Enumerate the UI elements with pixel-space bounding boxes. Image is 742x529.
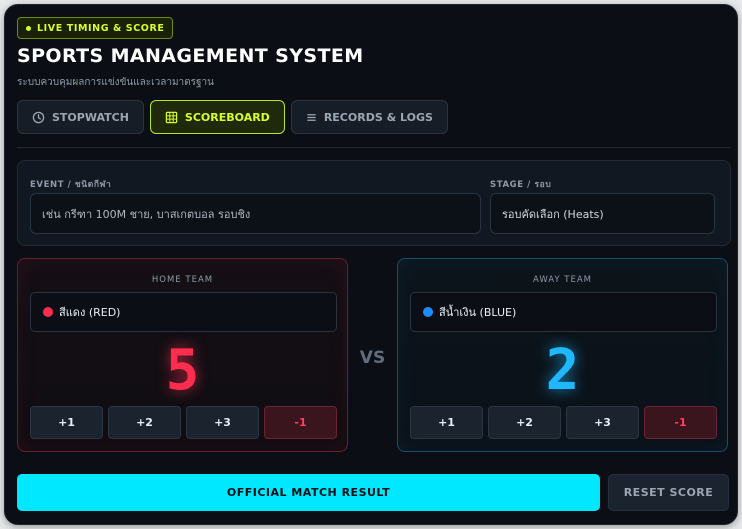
home-team-name: สีแดง (RED) bbox=[59, 306, 121, 319]
home-plus-2-button[interactable]: +2 bbox=[108, 406, 181, 439]
away-plus-1-button[interactable]: +1 bbox=[410, 406, 483, 439]
official-match-result-button[interactable]: OFFICIAL MATCH RESULT bbox=[17, 474, 600, 511]
tab-scoreboard[interactable]: SCOREBOARD bbox=[149, 100, 285, 134]
stage-label: STAGE / รอบ bbox=[490, 180, 552, 190]
event-input[interactable]: เช่น กรีฑา 100M ชาย, บาสเกตบอล รอบชิง bbox=[30, 193, 481, 234]
page-subtitle: ระบบควบคุมผลการแข่งขันและเวลามาตรฐาน bbox=[17, 77, 214, 88]
tab-records-logs[interactable]: RECORDS & LOGS bbox=[290, 100, 448, 134]
clock-icon bbox=[32, 111, 45, 124]
grid-icon bbox=[165, 111, 178, 124]
home-minus-1-button[interactable]: -1 bbox=[264, 406, 337, 439]
away-score-buttons: +1 +2 +3 -1 bbox=[410, 406, 717, 439]
home-score-buttons: +1 +2 +3 -1 bbox=[30, 406, 337, 439]
home-plus-3-button[interactable]: +3 bbox=[186, 406, 259, 439]
reset-score-button[interactable]: RESET SCORE bbox=[608, 474, 729, 511]
away-score: 2 bbox=[545, 338, 580, 403]
home-team-panel: HOME TEAM สีแดง (RED) 5 +1 +2 +3 -1 bbox=[17, 258, 348, 452]
home-team-label: HOME TEAM bbox=[151, 275, 214, 285]
blue-dot-icon bbox=[423, 307, 433, 317]
away-plus-3-button[interactable]: +3 bbox=[566, 406, 639, 439]
tab-stopwatch[interactable]: STOPWATCH bbox=[17, 100, 144, 134]
tab-records-label: RECORDS & LOGS bbox=[323, 110, 433, 124]
away-plus-2-button[interactable]: +2 bbox=[488, 406, 561, 439]
event-card: EVENT / ชนิดกีฬา เช่น กรีฑา 100M ชาย, บา… bbox=[17, 160, 731, 246]
home-plus-1-button[interactable]: +1 bbox=[30, 406, 103, 439]
home-team-name-field[interactable]: สีแดง (RED) bbox=[30, 292, 337, 332]
header-divider bbox=[17, 147, 731, 148]
event-label: EVENT / ชนิดกีฬา bbox=[30, 180, 112, 190]
live-badge-label: LIVE TIMING & SCORE bbox=[37, 22, 165, 34]
tab-stopwatch-label: STOPWATCH bbox=[52, 110, 129, 124]
vs-label: VS bbox=[359, 348, 386, 368]
away-team-name: สีน้ำเงิน (BLUE) bbox=[439, 306, 517, 319]
home-score: 5 bbox=[165, 338, 200, 403]
tab-scoreboard-label: SCOREBOARD bbox=[184, 110, 270, 124]
live-badge: LIVE TIMING & SCORE bbox=[17, 17, 174, 39]
away-team-panel: AWAY TEAM สีน้ำเงิน (BLUE) 2 +1 +2 +3 -1 bbox=[397, 258, 728, 452]
away-team-label: AWAY TEAM bbox=[532, 275, 593, 285]
app-window: LIVE TIMING & SCORE SPORTS MANAGEMENT SY… bbox=[4, 4, 738, 525]
away-minus-1-button[interactable]: -1 bbox=[644, 406, 717, 439]
live-dot-icon bbox=[26, 25, 31, 31]
tab-bar: STOPWATCH SCOREBOARD RECORDS & LOGS bbox=[17, 100, 448, 134]
stage-select[interactable]: รอบคัดเลือก (Heats) bbox=[490, 193, 715, 234]
list-icon bbox=[306, 112, 317, 123]
away-team-name-field[interactable]: สีน้ำเงิน (BLUE) bbox=[410, 292, 717, 332]
red-dot-icon bbox=[43, 307, 53, 317]
page-title: SPORTS MANAGEMENT SYSTEM bbox=[17, 45, 364, 67]
